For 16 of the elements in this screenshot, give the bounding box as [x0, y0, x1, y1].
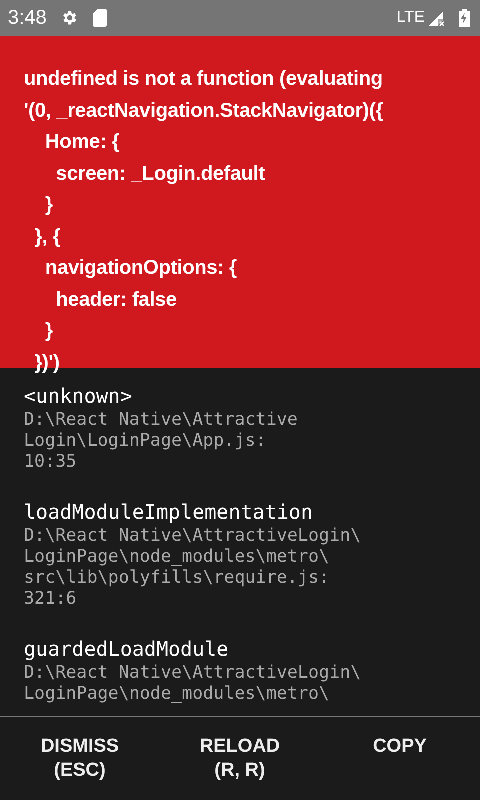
stack-frame-method: <unknown>: [24, 383, 134, 410]
action-button[interactable]: COPY: [320, 735, 480, 759]
network-type: LTE: [396, 9, 425, 27]
action-button[interactable]: RELOAD (R, R): [160, 735, 320, 783]
stack-frame-location: D:\React Native\AttractiveLogin\ LoginPage\node_modules\metro\ src\lib\polyfills\require.js: 321:6: [24, 526, 362, 610]
action-button[interactable]: DISMISS (ESC): [0, 735, 160, 783]
stack-frame-method: loadModuleImplementation: [24, 499, 314, 526]
stack-frame-method: guardedLoadModule: [24, 636, 230, 663]
battery-charging-icon: [459, 9, 470, 27]
sd-card-icon: [92, 9, 107, 27]
signal-icon: [429, 10, 445, 26]
gear-icon: [60, 9, 79, 27]
stack-frame-location: D:\React Native\AttractiveLogin\ LoginPage\node_modules\metro\: [24, 663, 362, 705]
stack-frame-location: D:\React Native\Attractive Login\LoginPage\App.js: 10:35: [24, 410, 299, 473]
status-time: 3:48: [8, 6, 47, 30]
error-message: undefined is not a function (evaluating '(0, _reactNavigation.StackNavigator)({ Home: { screen: _Login.default } }, { navigationOptions: { header: false } })'): [24, 67, 384, 376]
